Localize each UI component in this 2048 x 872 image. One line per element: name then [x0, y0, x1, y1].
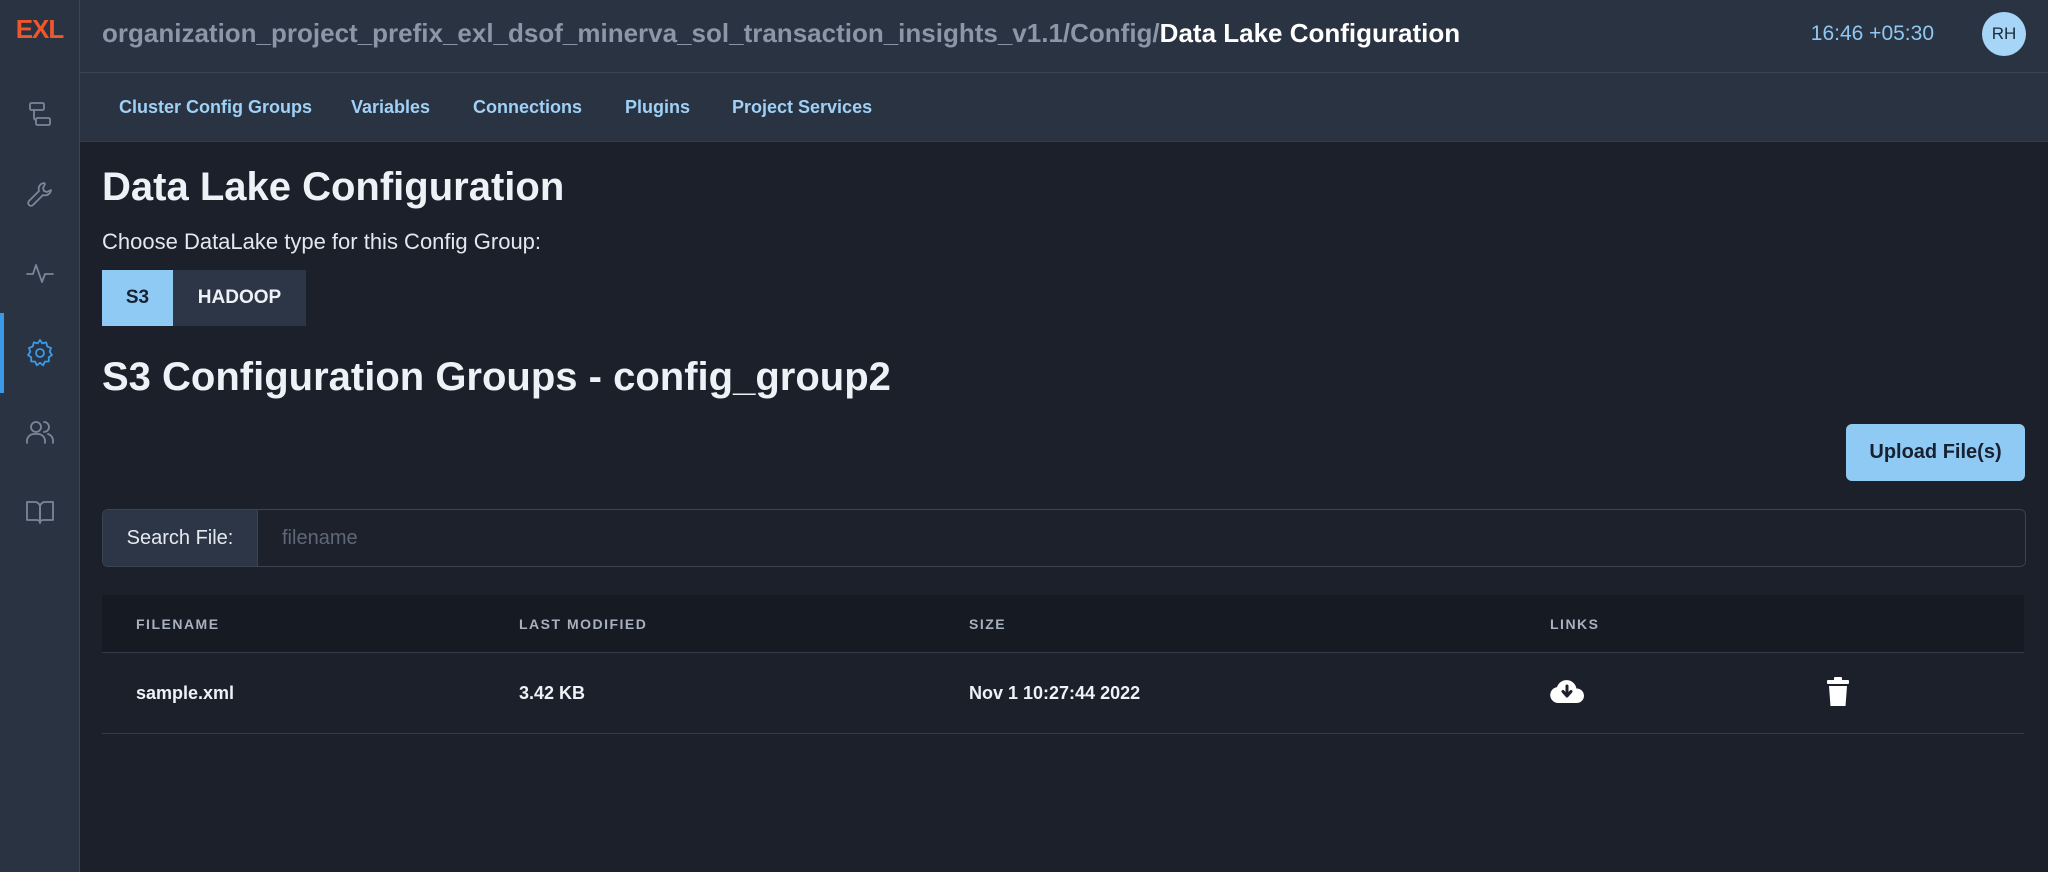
trash-icon[interactable]	[1826, 677, 1850, 712]
files-table: FILENAME LAST MODIFIED SIZE LINKS sample…	[102, 595, 2024, 734]
pipeline-icon	[28, 102, 51, 126]
exl-logo[interactable]: EXL	[0, 14, 79, 45]
cell-size: Nov 1 10:27:44 2022	[969, 683, 1141, 703]
sidebar-item-users[interactable]	[0, 392, 79, 472]
users-icon	[25, 421, 54, 444]
breadcrumb-current: Data Lake Configuration	[1159, 18, 1461, 48]
sidebar-item-docs[interactable]	[0, 472, 79, 552]
file-search: Search File:	[102, 509, 2026, 567]
avatar[interactable]: RH	[1982, 12, 2026, 56]
config-subnav: Cluster Config Groups Variables Connecti…	[80, 73, 2048, 142]
clock: 16:46 +05:30	[1810, 22, 1934, 45]
column-header-links: LINKS	[1550, 616, 1600, 632]
cell-filename: sample.xml	[136, 683, 235, 703]
cell-last-modified: 3.42 KB	[519, 683, 586, 703]
search-input[interactable]	[258, 510, 2025, 566]
table-header: FILENAME LAST MODIFIED SIZE LINKS	[102, 595, 2024, 653]
tab-cluster-config-groups[interactable]: Cluster Config Groups	[119, 97, 312, 118]
page-title: Data Lake Configuration	[102, 165, 565, 209]
datalake-type-hadoop-button[interactable]: HADOOP	[173, 270, 306, 326]
upload-files-button[interactable]: Upload File(s)	[1846, 424, 2025, 481]
sidebar-item-tools[interactable]	[0, 154, 79, 234]
column-header-filename: FILENAME	[136, 616, 220, 632]
tab-connections[interactable]: Connections	[473, 97, 582, 118]
table-row: sample.xml 3.42 KB Nov 1 10:27:44 2022	[102, 653, 2024, 734]
activity-icon	[25, 264, 54, 283]
tab-variables[interactable]: Variables	[351, 97, 430, 118]
sidebar-item-pipelines[interactable]	[0, 74, 79, 154]
sidebar-item-settings[interactable]	[0, 313, 79, 393]
breadcrumb: organization_project_prefix_exl_dsof_min…	[102, 18, 1460, 49]
search-label: Search File:	[103, 510, 258, 566]
book-icon	[25, 501, 54, 524]
gear-icon	[26, 339, 53, 367]
datalake-type-s3-button[interactable]: S3	[102, 270, 173, 326]
breadcrumb-path[interactable]: organization_project_prefix_exl_dsof_min…	[102, 18, 1160, 48]
sidebar: EXL	[0, 0, 80, 872]
column-header-size: SIZE	[969, 616, 1007, 632]
section-title: S3 Configuration Groups - config_group2	[102, 355, 891, 399]
sidebar-item-monitoring[interactable]	[0, 233, 79, 313]
tab-plugins[interactable]: Plugins	[625, 97, 690, 118]
download-icon[interactable]	[1549, 677, 1585, 710]
top-header: organization_project_prefix_exl_dsof_min…	[80, 0, 2048, 73]
wrench-icon	[26, 182, 52, 207]
datalake-type-label: Choose DataLake type for this Config Gro…	[102, 229, 542, 254]
tab-project-services[interactable]: Project Services	[732, 97, 872, 118]
column-header-last-modified: LAST MODIFIED	[519, 616, 648, 632]
